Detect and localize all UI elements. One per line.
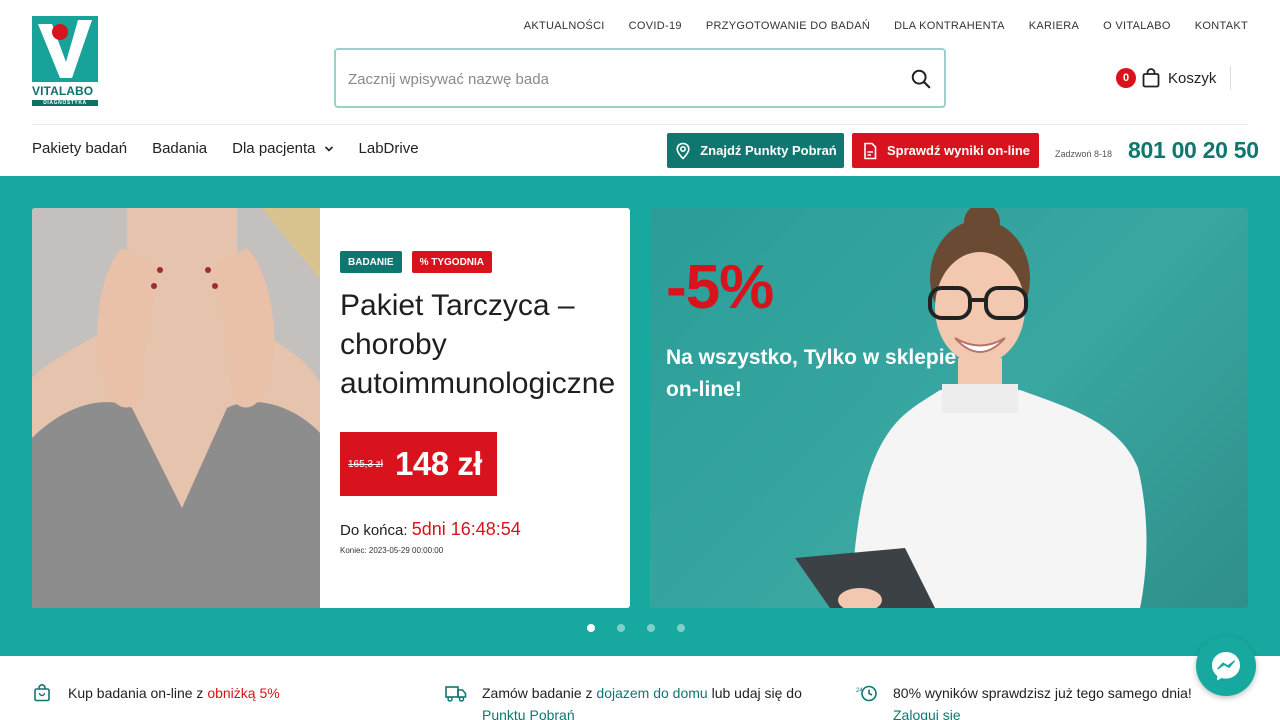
topnav-link-career[interactable]: KARIERA: [1029, 20, 1079, 32]
feature-link-collection-point[interactable]: Punktu Pobrań: [482, 704, 802, 720]
call-hours-label: Zadzwoń 8-18: [1055, 149, 1113, 159]
price-box: 165,3 zł 148 zł: [340, 432, 497, 496]
feature-text: lub udaj się do: [707, 685, 802, 701]
phone-number[interactable]: 801 00 20 50: [1128, 137, 1259, 164]
promo-title-line: Pakiet Tarczyca –: [340, 289, 575, 322]
feature-link-login[interactable]: Zaloguj się: [893, 704, 1192, 720]
carousel-dots: [587, 624, 685, 632]
discount-percent: -5%: [666, 253, 774, 322]
search-input[interactable]: [348, 66, 888, 92]
nav-item-tests[interactable]: Badania: [152, 140, 207, 157]
nav-item-labdrive[interactable]: LabDrive: [359, 140, 419, 157]
feature-text: Zamów badanie z: [482, 685, 597, 701]
vitalabo-logo[interactable]: VITALABO DIAGNOSTYKA: [32, 16, 98, 108]
promo-card-discount[interactable]: -5% Na wszystko, Tylko w sklepie on-line…: [650, 208, 1248, 608]
cart-count-badge: 0: [1116, 68, 1136, 88]
header-separator: [32, 124, 1248, 125]
promo-card-thyroid[interactable]: BADANIE % TYGODNIA Pakiet Tarczyca – cho…: [32, 208, 630, 608]
find-collection-points-button[interactable]: Znajdź Punkty Pobrań: [667, 133, 844, 168]
logo-mark: [32, 16, 98, 82]
feature-text: 80% wyników sprawdzisz już tego samego d…: [893, 685, 1192, 701]
feature-highlight-link[interactable]: obniżką 5%: [207, 685, 279, 701]
chevron-down-icon: [324, 145, 333, 152]
discount-text: Na wszystko, Tylko w sklepie on-line!: [666, 342, 966, 406]
find-collection-points-label: Znajdź Punkty Pobrań: [700, 143, 837, 158]
promo-title-line: autoimmunologiczne: [340, 367, 616, 400]
topnav-link-news[interactable]: AKTUALNOŚCI: [524, 20, 605, 32]
promo-title-line: choroby: [340, 328, 447, 361]
badge-test: BADANIE: [340, 251, 402, 273]
messenger-icon: [1212, 652, 1240, 681]
logo-v-icon: [38, 20, 92, 78]
check-results-label: Sprawdź wyniki on-line: [886, 143, 1031, 158]
topnav-link-contractors[interactable]: DLA KONTRAHENTA: [894, 20, 1005, 32]
carousel-dot-4[interactable]: [677, 624, 685, 632]
nav-item-packages[interactable]: Pakiety badań: [32, 140, 127, 157]
check-results-button[interactable]: Sprawdź wyniki on-line: [852, 133, 1039, 168]
carousel-dot-2[interactable]: [617, 624, 625, 632]
search-icon[interactable]: [910, 68, 932, 90]
discount-text-line: on-line!: [666, 378, 742, 401]
logo-wordmark: VITALABO: [32, 84, 94, 98]
truck-icon: [445, 686, 467, 702]
header-divider: [1230, 66, 1231, 90]
feature-online-discount: Kup badania on-line z obniżką 5%: [68, 682, 280, 704]
old-price: 165,3 zł: [348, 458, 384, 470]
features-strip: Kup badania on-line z obniżką 5% Zamów b…: [0, 656, 1280, 720]
promo-end-date: Koniec: 2023-05-29 00:00:00: [340, 546, 444, 555]
site-header: VITALABO DIAGNOSTYKA AKTUALNOŚCI COVID-1…: [0, 0, 1280, 176]
topnav-link-preparation[interactable]: PRZYGOTOWANIE DO BADAŃ: [706, 20, 870, 32]
logo-tagline: DIAGNOSTYKA: [32, 100, 98, 106]
feature-text: Kup badania on-line z: [68, 685, 208, 701]
document-icon: [864, 142, 877, 159]
topnav-link-contact[interactable]: KONTAKT: [1195, 20, 1248, 32]
countdown-label: Do końca:: [340, 522, 412, 539]
carousel-dot-3[interactable]: [647, 624, 655, 632]
feature-highlight-link[interactable]: dojazem do domu: [596, 685, 707, 701]
hero-carousel: BADANIE % TYGODNIA Pakiet Tarczyca – cho…: [0, 176, 1280, 656]
location-pin-icon: [676, 142, 690, 160]
topnav-link-about[interactable]: O VITALABO: [1103, 20, 1171, 32]
nav-item-for-patient[interactable]: Dla pacjenta: [232, 140, 333, 157]
feature-same-day-results: 80% wyników sprawdzisz już tego samego d…: [893, 682, 1192, 720]
cart-button[interactable]: 0 Koszyk: [1116, 66, 1216, 90]
messenger-chat-button[interactable]: [1196, 636, 1256, 696]
nav-item-label: Badania: [152, 140, 208, 157]
nav-item-label: Dla pacjenta: [232, 140, 316, 157]
cart-icon: [1142, 68, 1160, 88]
nav-item-label: LabDrive: [358, 140, 419, 157]
clock-24-icon: 24: [856, 685, 877, 702]
badge-weekly-discount: % TYGODNIA: [411, 251, 493, 273]
new-price: 148 zł: [395, 445, 482, 482]
countdown-timer: 5dni 16:48:54: [411, 519, 521, 539]
topnav-link-covid[interactable]: COVID-19: [629, 20, 682, 32]
discount-text-line: Na wszystko, Tylko w sklepie: [666, 346, 957, 369]
bag-icon: [34, 684, 50, 702]
top-navigation: AKTUALNOŚCI COVID-19 PRZYGOTOWANIE DO BA…: [524, 20, 1248, 32]
countdown: Do końca: 5dni 16:48:54: [340, 519, 521, 540]
promo-badges: BADANIE % TYGODNIA: [340, 251, 493, 273]
main-navigation: Pakiety badań Badania Dla pacjenta LabDr…: [32, 140, 419, 157]
promo-card-image: [32, 208, 320, 608]
feature-home-visit: Zamów badanie z dojazem do domu lub udaj…: [482, 682, 802, 720]
nav-item-label: Pakiety badań: [32, 140, 128, 157]
search-box: [334, 48, 946, 108]
cart-label: Koszyk: [1168, 69, 1217, 87]
woman-touching-neck-illustration: [32, 208, 320, 608]
carousel-dot-1[interactable]: [587, 624, 595, 632]
promo-title: Pakiet Tarczyca – choroby autoimmunologi…: [340, 286, 630, 403]
